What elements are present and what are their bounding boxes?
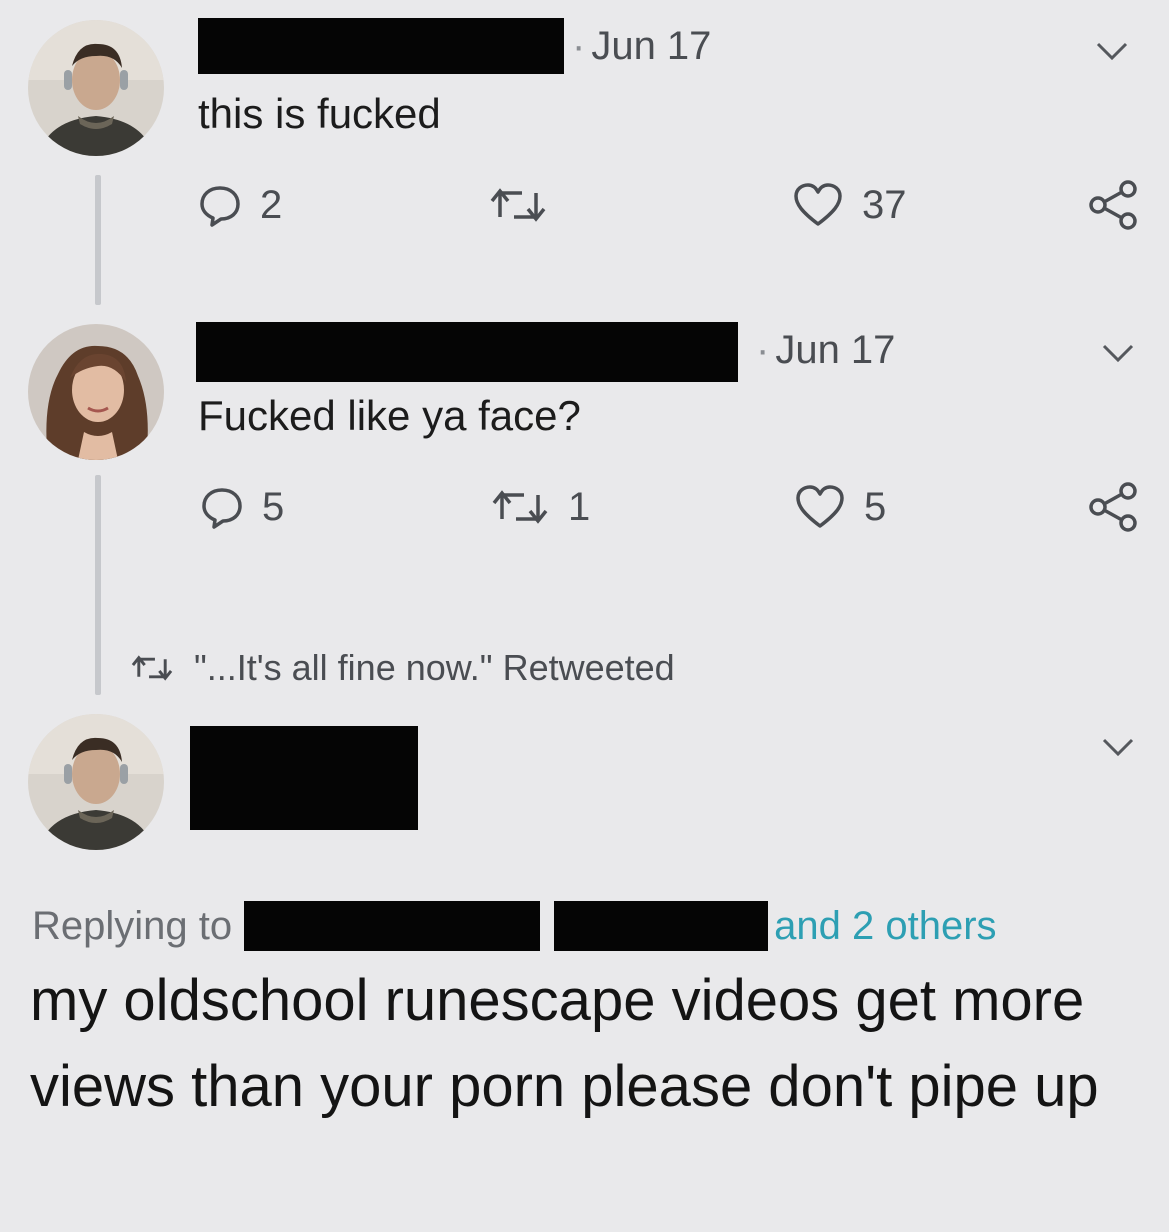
reply-icon xyxy=(200,186,240,227)
retweet-count: 1 xyxy=(568,485,591,529)
chevron-down-icon[interactable] xyxy=(1098,340,1138,366)
tweet-date[interactable]: · Jun 17 xyxy=(756,328,895,373)
reply-count: 5 xyxy=(262,485,285,529)
retweet-button[interactable] xyxy=(488,180,566,230)
heart-icon xyxy=(796,485,844,528)
heart-icon xyxy=(794,183,842,226)
like-count: 37 xyxy=(862,183,907,227)
share-icon xyxy=(1089,180,1137,230)
share-icon xyxy=(1089,482,1137,532)
reply-button[interactable]: 5 xyxy=(200,482,284,532)
redacted-mention[interactable] xyxy=(554,901,769,951)
redacted-username xyxy=(196,322,738,382)
separator-dot: · xyxy=(756,328,770,372)
separator-dot: · xyxy=(572,24,586,68)
retweet-icon xyxy=(131,655,173,681)
like-count: 5 xyxy=(864,485,887,529)
replying-to-label: Replying to xyxy=(32,903,233,948)
reply-text: my oldschool runescape videos get more v… xyxy=(30,968,1099,1119)
others-link[interactable]: and 2 others xyxy=(774,904,996,949)
like-button[interactable]: 5 xyxy=(794,482,886,532)
share-button[interactable] xyxy=(1088,482,1140,532)
retweet-icon xyxy=(492,490,548,524)
chevron-down-icon[interactable] xyxy=(1092,38,1132,64)
share-button[interactable] xyxy=(1088,180,1140,230)
chevron-down-icon[interactable] xyxy=(1098,734,1138,760)
thread-line xyxy=(95,475,101,695)
redacted-mention[interactable] xyxy=(244,901,541,951)
reply-icon xyxy=(202,488,242,529)
retweet-button[interactable]: 1 xyxy=(490,482,590,532)
reply-count: 2 xyxy=(260,183,283,227)
retweet-notice[interactable]: "...It's all fine now." Retweeted xyxy=(130,645,675,691)
reply-button[interactable]: 2 xyxy=(198,180,282,230)
tweet-text: Fucked like ya face? xyxy=(198,392,581,439)
retweet-notice-text: "...It's all fine now." Retweeted xyxy=(194,647,675,688)
like-button[interactable]: 37 xyxy=(792,180,907,230)
tweet-date[interactable]: · Jun 17 xyxy=(572,24,711,69)
thread-line xyxy=(95,175,101,305)
avatar[interactable] xyxy=(28,20,164,156)
tweet-date-label: Jun 17 xyxy=(775,328,896,372)
avatar[interactable] xyxy=(28,324,164,460)
tweet-date-label: Jun 17 xyxy=(591,24,712,68)
retweet-icon xyxy=(490,188,546,222)
avatar[interactable] xyxy=(28,714,164,850)
tweet-text: this is fucked xyxy=(198,90,441,137)
replying-to-line: Replying to and 2 others xyxy=(32,900,997,952)
redacted-username xyxy=(190,726,418,830)
redacted-username xyxy=(198,18,564,74)
